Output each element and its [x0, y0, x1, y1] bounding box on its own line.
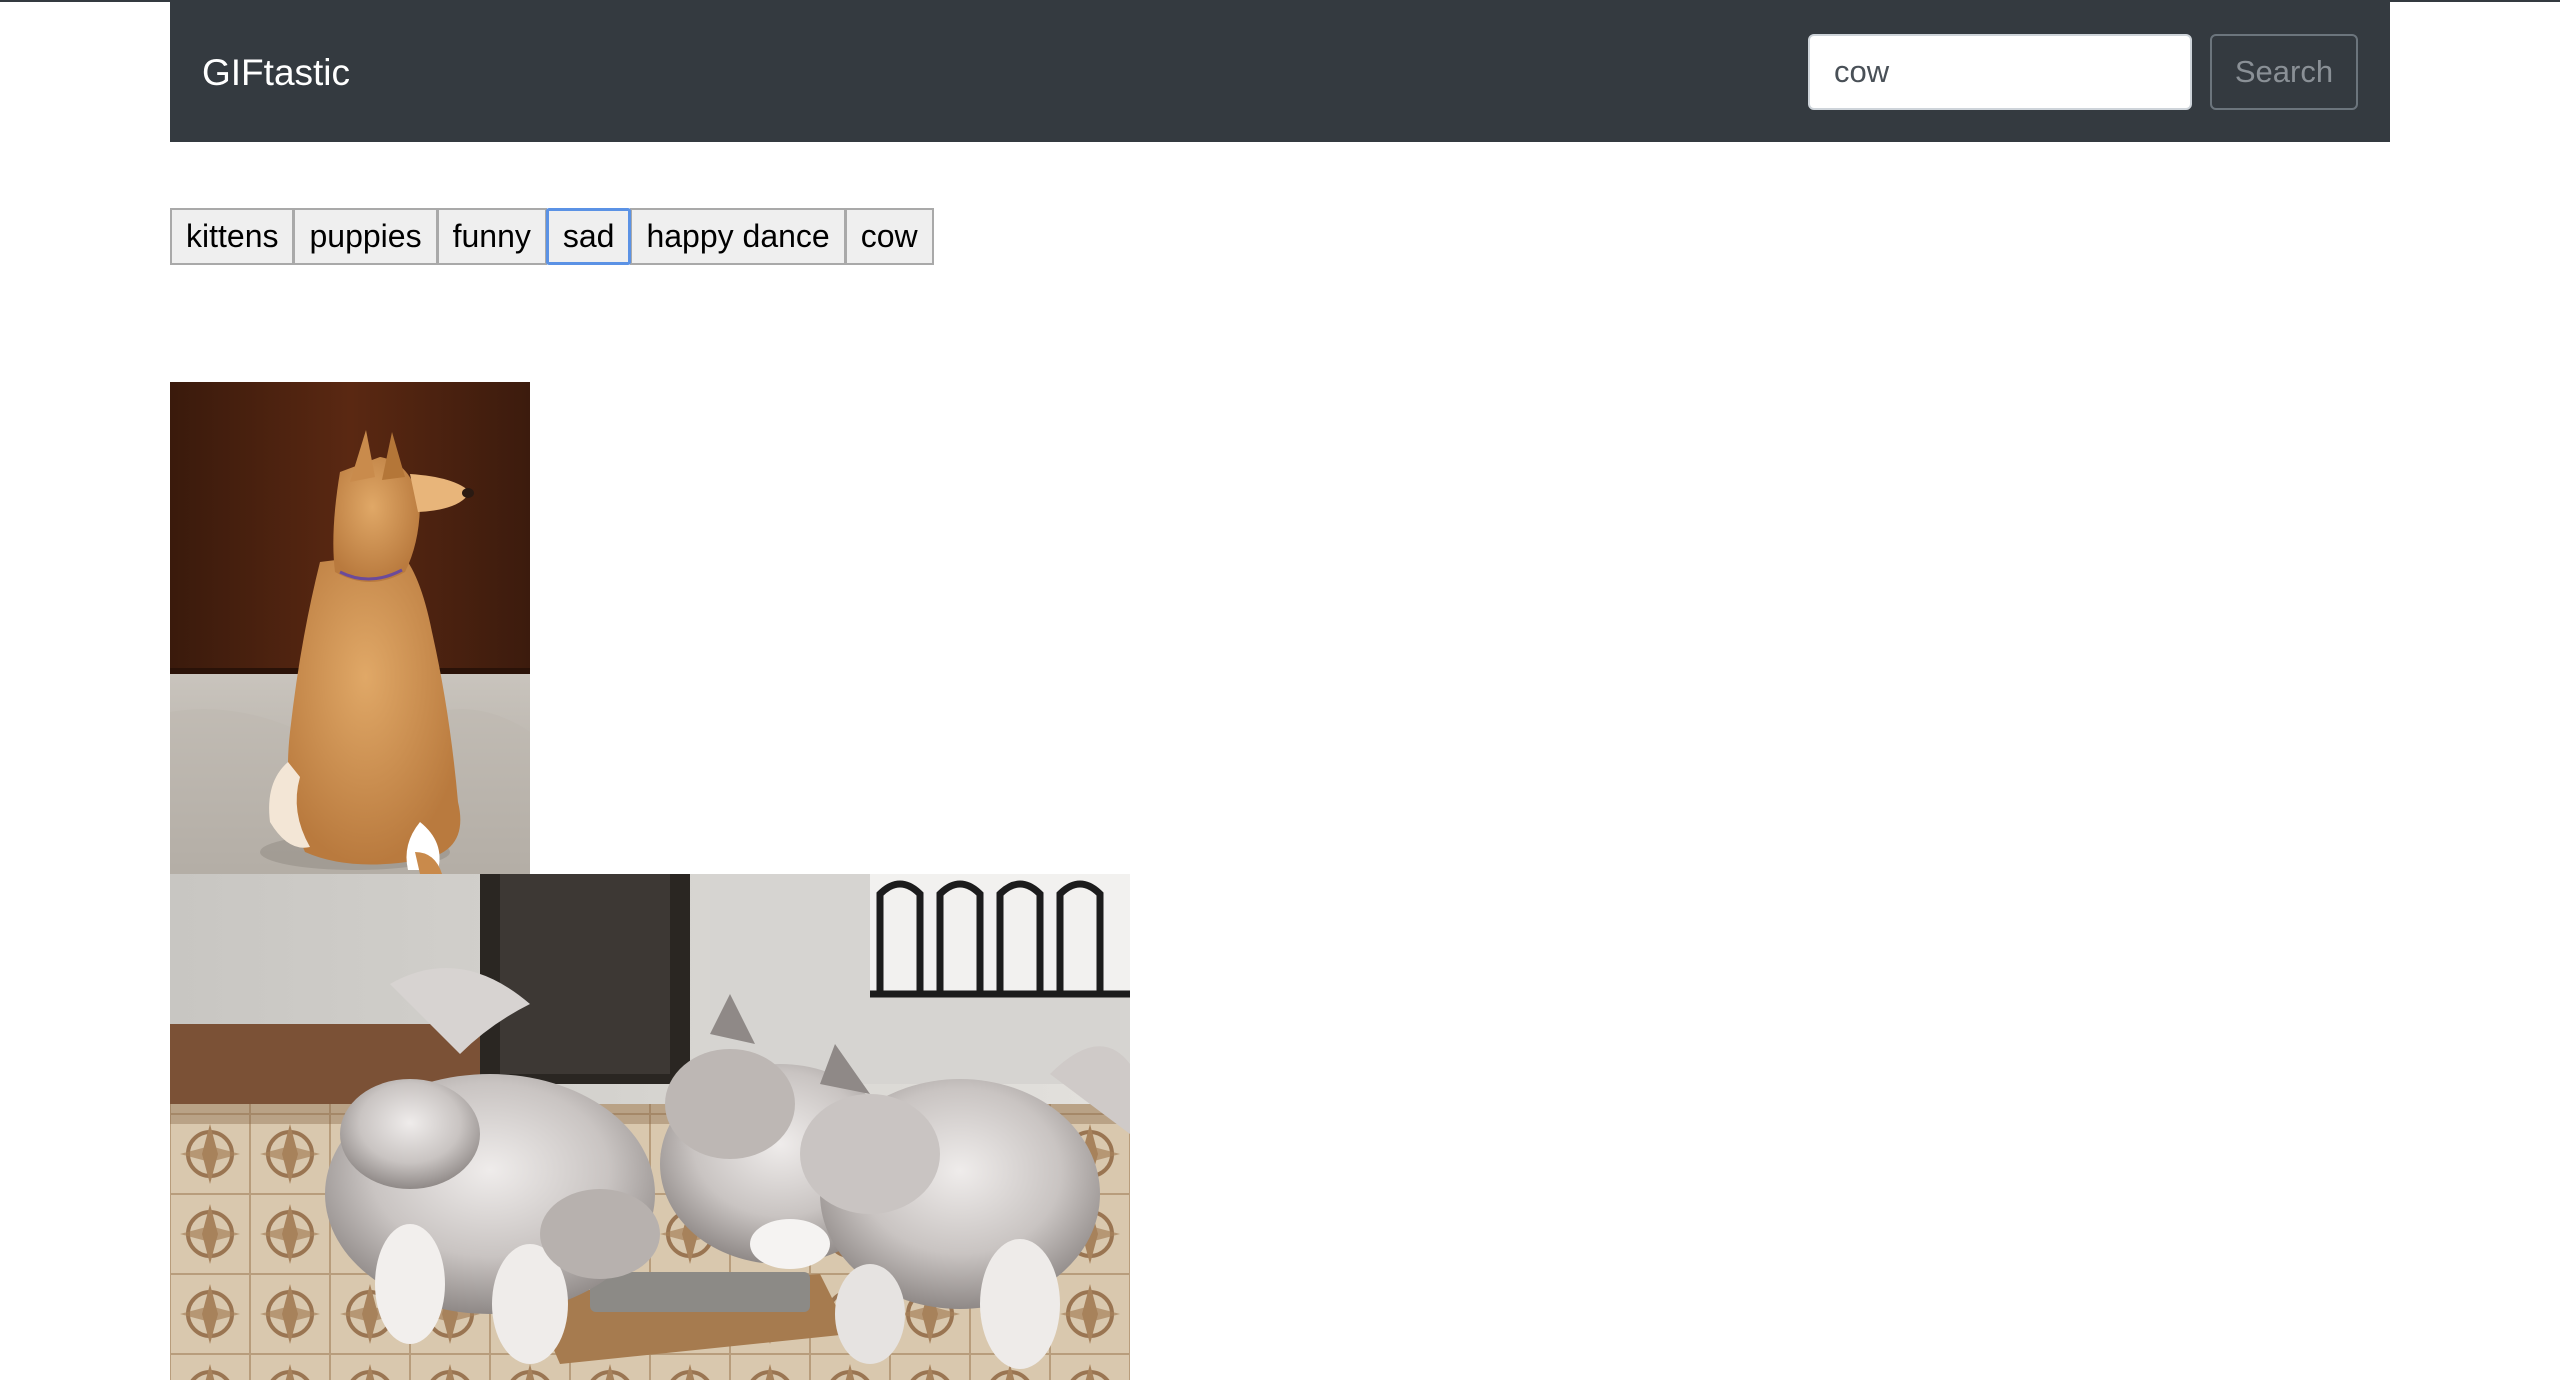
- search-button[interactable]: Search: [2210, 34, 2358, 110]
- shiba-puppy-image: [170, 382, 530, 874]
- topic-button-sad[interactable]: sad: [545, 208, 632, 265]
- topic-button-puppies[interactable]: puppies: [293, 208, 438, 265]
- husky-puppies-image: [170, 874, 1130, 1380]
- topic-button-cow[interactable]: cow: [844, 208, 934, 265]
- gif-husky-puppies[interactable]: [170, 874, 1130, 1380]
- topic-button-funny[interactable]: funny: [436, 208, 547, 265]
- brand-title[interactable]: GIFtastic: [202, 48, 350, 98]
- navbar: GIFtastic Search: [170, 2, 2390, 142]
- gif-shiba-puppy[interactable]: [170, 382, 530, 874]
- search-input[interactable]: [1808, 34, 2192, 110]
- topic-buttons: kittens puppies funny sad happy dance co…: [170, 208, 934, 265]
- topic-button-kittens[interactable]: kittens: [170, 208, 295, 265]
- topic-button-happy-dance[interactable]: happy dance: [630, 208, 846, 265]
